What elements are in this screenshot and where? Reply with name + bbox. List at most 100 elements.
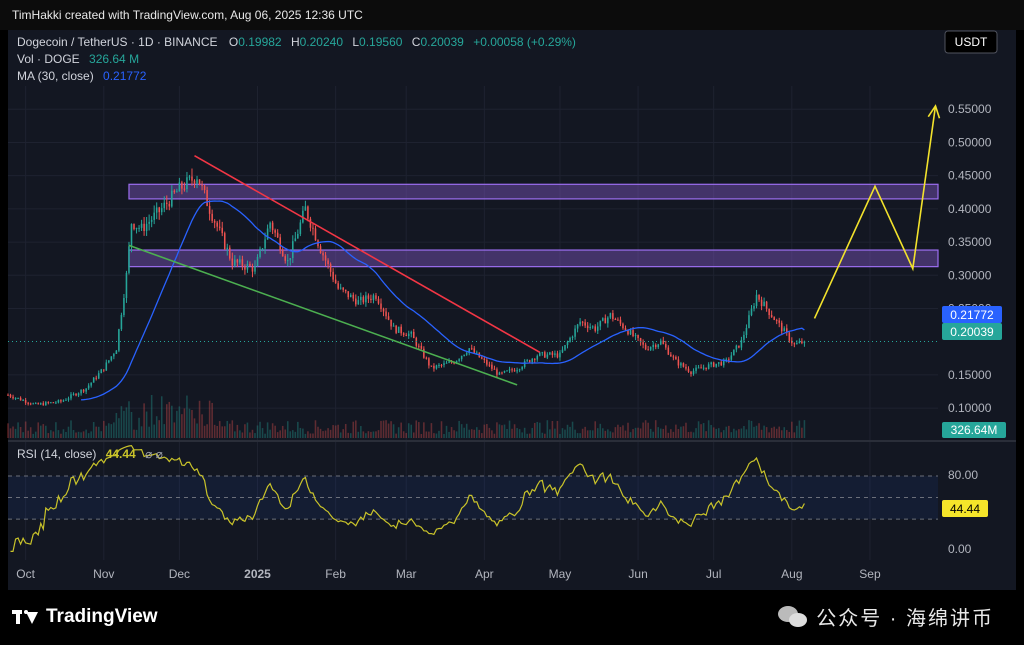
candle-body (554, 353, 556, 355)
candle-body (100, 369, 103, 374)
volume-badge: 326.64M (942, 422, 1006, 438)
volume-bar (138, 417, 140, 438)
volume-bar (801, 427, 803, 438)
volume-bar (763, 425, 765, 438)
volume-bar (539, 422, 541, 438)
volume-bar (264, 433, 266, 438)
volume-bar (803, 420, 806, 438)
candle-body (216, 222, 218, 227)
close-value: 0.20039 (420, 35, 464, 49)
x-tick-label: Dec (169, 567, 190, 581)
candle-body (171, 190, 173, 207)
candle-body (657, 344, 660, 348)
volume-bar (692, 432, 695, 438)
volume-bar (735, 430, 738, 438)
symbol-title: Dogecoin / TetherUS · 1D · BINANCE (17, 35, 218, 49)
candle-body (521, 367, 523, 370)
candle-body (780, 322, 783, 332)
volume-bar (171, 405, 173, 438)
volume-bar (440, 421, 443, 438)
candle-body (347, 291, 350, 298)
volume-bar (665, 425, 667, 438)
volume-bar (120, 406, 123, 438)
candle-body (609, 313, 612, 318)
volume-bar (123, 410, 125, 438)
volume-bar (760, 429, 763, 438)
volume-bar (165, 404, 168, 438)
volume-bar (750, 420, 753, 438)
volume-bar (672, 431, 675, 438)
candle-body (738, 345, 740, 348)
change-value: +0.00058 (+0.29%) (473, 35, 576, 49)
volume-bar (397, 427, 400, 438)
volume-bar (380, 420, 382, 438)
volume-bar (569, 426, 571, 438)
volume-bar (725, 426, 728, 438)
volume-bar (644, 420, 647, 438)
volume-bar (47, 433, 50, 438)
candle-body (186, 177, 188, 190)
candle-body (70, 394, 72, 399)
price-chart[interactable]: 0.55000 0.50000 0.45000 0.40000 0.35000 0.300… (0, 0, 1024, 590)
volume-bar (29, 427, 32, 438)
volume-bar (493, 433, 496, 438)
volume-bar (546, 420, 549, 438)
candle-body (612, 313, 614, 319)
tradingview-logo[interactable]: TradingView (12, 606, 158, 628)
volume-bar (329, 429, 332, 438)
candle-body (372, 295, 375, 301)
volume-bar (796, 425, 798, 438)
candle-body (65, 399, 67, 401)
last-price-badge: 0.20039 (942, 323, 1002, 340)
volume-bar (279, 430, 281, 438)
candle-body (380, 303, 382, 309)
candle-body (458, 359, 460, 361)
currency-button[interactable]: USDT (944, 30, 998, 54)
volume-bar (223, 426, 226, 438)
candle-body (687, 368, 690, 372)
candle-body (387, 316, 390, 320)
candle-body (191, 176, 193, 181)
volume-bar (251, 429, 254, 438)
candle-body (433, 365, 435, 369)
candle-body (92, 377, 95, 383)
candle-body (367, 295, 370, 299)
candle-body (617, 319, 619, 321)
volume-bar (231, 420, 234, 438)
y-tick-label: 0.10000 (948, 401, 992, 415)
candle-body (276, 232, 279, 238)
volume-bar (77, 431, 80, 438)
candle-body (602, 318, 604, 321)
candle-body (241, 259, 244, 267)
volume-bar (221, 426, 224, 438)
candle-body (513, 370, 516, 372)
candle-body (196, 179, 198, 184)
volume-bar (513, 424, 516, 438)
volume-bar (50, 430, 52, 438)
volume-bar (765, 427, 768, 438)
candle-body (261, 248, 264, 250)
volume-bar (286, 421, 289, 438)
candle-body (624, 328, 627, 331)
candle-body (793, 343, 796, 345)
candle-body (584, 322, 586, 326)
volume-bar (410, 424, 413, 438)
candle-body (460, 355, 463, 360)
volume-bar (521, 432, 523, 438)
volume-bar (312, 433, 314, 438)
candle-body (690, 371, 692, 375)
candle-body (647, 349, 649, 351)
candle-body (541, 352, 544, 354)
rsi-tick-0: 0.00 (948, 542, 972, 556)
candle-body (685, 366, 687, 369)
candle-body (17, 397, 19, 399)
volume-bar (700, 424, 702, 438)
candle-body (566, 342, 569, 346)
candle-body (672, 356, 675, 358)
tradingview-brand: TradingView (46, 606, 158, 627)
volume-bar (667, 432, 670, 438)
volume-bar (80, 432, 82, 438)
rsi-label: RSI (14, close) (17, 447, 96, 461)
y-tick-label: 0.50000 (948, 135, 992, 149)
volume-bar (642, 422, 644, 438)
